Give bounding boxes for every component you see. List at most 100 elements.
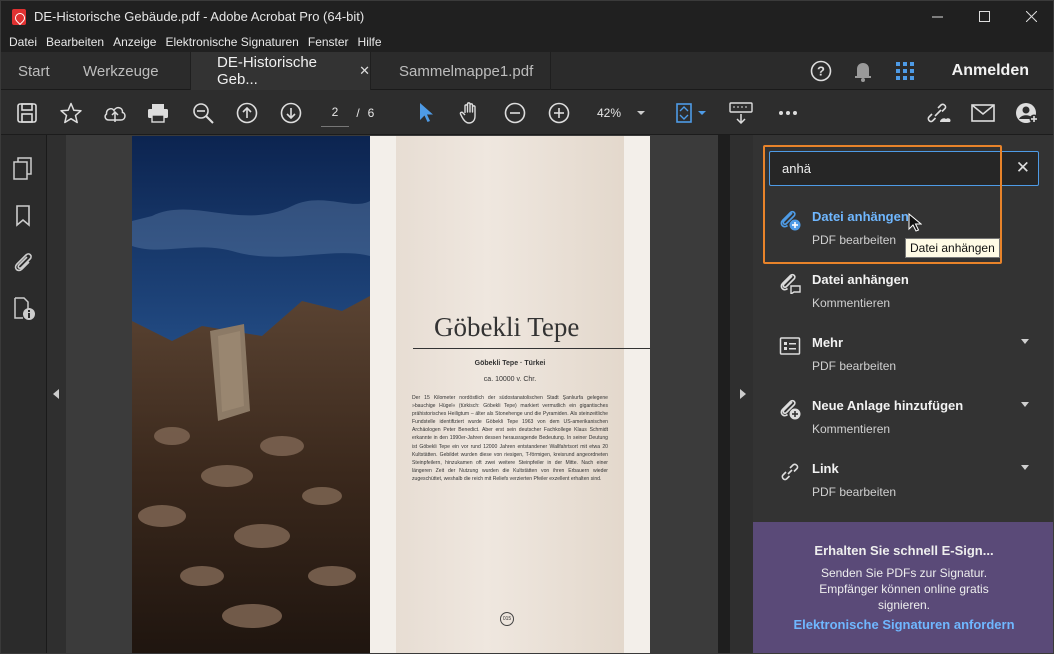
header-actions: ? Anmelden <box>800 52 1053 90</box>
title-bar: DE-Historische Gebäude.pdf - Adobe Acrob… <box>1 1 1053 32</box>
hand-tool-button[interactable] <box>458 90 482 135</box>
zoom-magnifier-icon <box>193 102 214 124</box>
print-icon <box>148 103 168 123</box>
menu-bearbeiten[interactable]: Bearbeiten <box>46 35 104 49</box>
right-panel-toggle[interactable] <box>730 135 753 653</box>
menu-signaturen[interactable]: Elektronische Signaturen <box>165 35 298 49</box>
request-signatures-link[interactable]: Elektronische Signaturen anfordern <box>753 617 1053 632</box>
result-datei-anhaengen-kommentar[interactable]: Datei anhängen Kommentieren <box>753 264 1053 324</box>
document-heading: Göbekli Tepe <box>434 312 580 342</box>
add-attachment-icon <box>779 398 801 420</box>
menu-hilfe[interactable]: Hilfe <box>358 35 382 49</box>
paperclip-icon <box>14 253 32 272</box>
share-link-button[interactable] <box>926 90 952 135</box>
print-button[interactable] <box>146 90 170 135</box>
result-name: Neue Anlage hinzufügen <box>812 398 964 413</box>
upload-button[interactable] <box>102 90 128 135</box>
arrow-cursor-icon <box>420 102 433 122</box>
result-category: PDF bearbeiten <box>812 359 897 373</box>
star-icon <box>60 102 82 123</box>
zoom-out-button[interactable] <box>503 90 527 135</box>
help-icon: ? <box>810 60 831 82</box>
expand-chevron-icon[interactable] <box>1021 402 1029 407</box>
result-category: Kommentieren <box>812 296 891 310</box>
zoom-level-value[interactable]: 42% <box>591 90 627 135</box>
expand-chevron-icon[interactable] <box>1021 339 1029 344</box>
mouse-pointer-icon <box>908 213 922 233</box>
tooltip: Datei anhängen <box>905 238 1000 258</box>
expand-chevron-icon[interactable] <box>1021 465 1029 470</box>
heading-rule <box>413 348 650 349</box>
result-link[interactable]: Link PDF bearbeiten <box>753 453 1053 513</box>
result-neue-anlage[interactable]: Neue Anlage hinzufügen Kommentieren <box>753 390 1053 450</box>
save-button[interactable] <box>15 90 39 135</box>
previous-page-button[interactable] <box>235 90 259 135</box>
share-link-icon <box>927 103 951 122</box>
menu-fenster[interactable]: Fenster <box>308 35 349 49</box>
clear-search-button[interactable]: ✕ <box>1016 158 1030 178</box>
result-mehr[interactable]: Mehr PDF bearbeiten <box>753 327 1053 387</box>
more-tools-button[interactable] <box>775 90 801 135</box>
tab-start[interactable]: Start <box>18 52 50 90</box>
tab-bar: Start Werkzeuge DE-Historische Geb... ✕ … <box>1 52 1053 90</box>
help-button[interactable]: ? <box>800 60 842 82</box>
zoom-out-search-button[interactable] <box>191 90 215 135</box>
more-dots-icon <box>779 110 797 115</box>
document-properties-button[interactable] <box>12 297 36 321</box>
tab-tools[interactable]: Werkzeuge <box>83 52 159 90</box>
attachments-button[interactable] <box>12 250 36 274</box>
page-number-input[interactable]: 2 <box>321 97 349 127</box>
document-canvas[interactable]: Göbekli Tepe Göbekli Tepe · Türkei ca. 1… <box>66 135 718 653</box>
tab-close-icon[interactable]: ✕ <box>359 63 370 79</box>
next-page-button[interactable] <box>279 90 303 135</box>
apps-button[interactable] <box>884 61 926 81</box>
select-tool-button[interactable] <box>415 90 437 135</box>
tab-document-active[interactable]: DE-Historische Geb... ✕ <box>190 52 371 90</box>
zoom-in-button[interactable] <box>547 90 571 135</box>
maximize-button[interactable] <box>961 1 1008 32</box>
bookmarks-button[interactable] <box>12 204 36 228</box>
result-category: Kommentieren <box>812 422 891 436</box>
promo-body: Senden Sie PDFs zur Signatur. Empfänger … <box>819 566 989 612</box>
gobekli-tepe-photo <box>132 136 370 653</box>
envelope-icon <box>971 103 995 122</box>
sign-in-button[interactable]: Anmelden <box>952 62 1029 80</box>
pages-icon <box>13 157 32 180</box>
menu-anzeige[interactable]: Anzeige <box>113 35 156 49</box>
close-window-button[interactable] <box>1008 1 1053 32</box>
more-list-icon <box>779 335 801 357</box>
page-fit-button[interactable] <box>673 90 709 135</box>
bell-icon <box>854 63 871 82</box>
left-navigation-rail <box>1 135 47 653</box>
svg-text:?: ? <box>817 64 825 79</box>
keyboard-scroll-icon <box>729 101 753 124</box>
chevron-down-icon <box>637 110 645 115</box>
tab-document-2[interactable]: Sammelmappe1.pdf <box>371 52 551 90</box>
menu-bar: Datei Bearbeiten Anzeige Elektronische S… <box>1 32 1053 52</box>
notifications-button[interactable] <box>842 60 884 82</box>
document-info-icon <box>14 297 35 320</box>
share-user-button[interactable] <box>1014 90 1040 135</box>
minimize-icon <box>932 16 943 18</box>
email-button[interactable] <box>970 90 996 135</box>
bookmark-star-button[interactable] <box>58 90 84 135</box>
page-thumbnails-button[interactable] <box>12 157 36 181</box>
tab-document-2-label: Sammelmappe1.pdf <box>399 62 534 80</box>
left-panel-toggle[interactable] <box>47 135 66 653</box>
promo-title: Erhalten Sie schnell E-Sign... <box>814 543 994 558</box>
scroll-mode-button[interactable] <box>728 90 754 135</box>
minus-circle-icon <box>504 102 526 123</box>
window-title: DE-Historische Gebäude.pdf - Adobe Acrob… <box>34 9 365 24</box>
page-total: 6 <box>367 105 375 120</box>
maximize-icon <box>979 11 990 22</box>
arrow-down-circle-icon <box>280 102 302 123</box>
minimize-button[interactable] <box>914 1 961 32</box>
result-name: Link <box>812 461 839 476</box>
apps-grid-icon <box>895 62 914 80</box>
zoom-dropdown[interactable] <box>635 90 647 135</box>
text-page: Göbekli Tepe Göbekli Tepe · Türkei ca. 1… <box>370 136 650 653</box>
menu-datei[interactable]: Datei <box>9 35 37 49</box>
main-toolbar: 2 / 6 42% <box>1 90 1053 135</box>
document-subtitle: Göbekli Tepe · Türkei <box>474 360 546 367</box>
acrobat-app-icon <box>12 8 26 25</box>
